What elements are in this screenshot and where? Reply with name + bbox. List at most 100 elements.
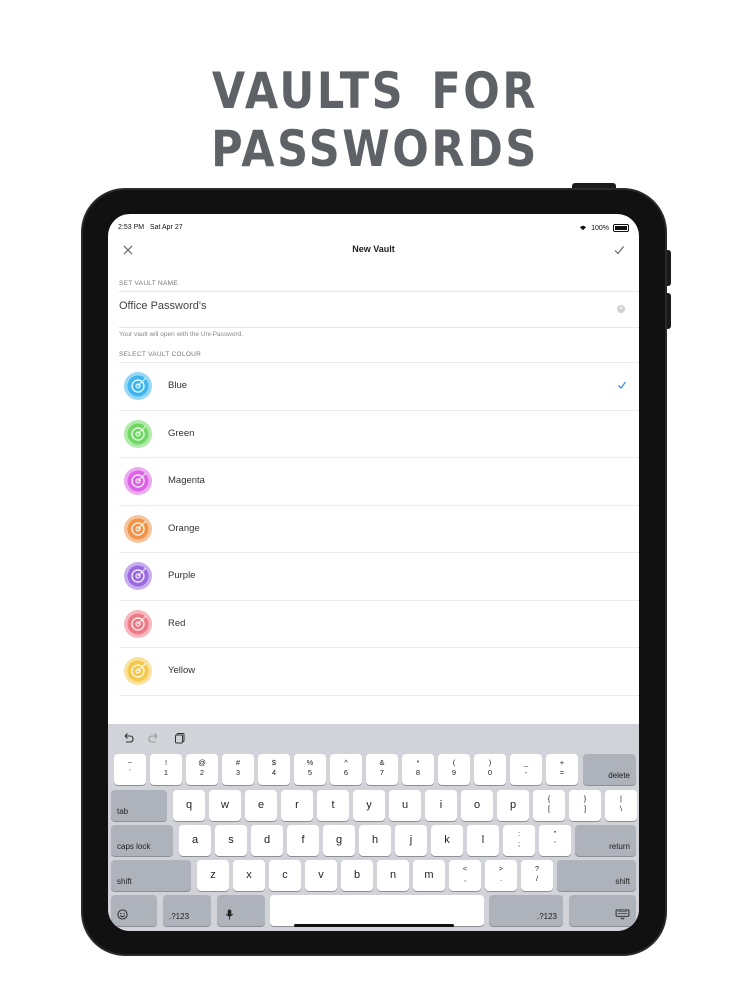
key-sym-0[interactable]: {[ xyxy=(533,790,565,821)
emoji-icon xyxy=(117,909,128,920)
numbers-left-key[interactable]: .?123 xyxy=(163,895,211,926)
key-q[interactable]: q xyxy=(173,790,205,821)
key-e[interactable]: e xyxy=(245,790,277,821)
undo-icon[interactable] xyxy=(122,732,134,744)
caps-lock-key[interactable]: caps lock xyxy=(111,825,173,856)
key-i[interactable]: i xyxy=(425,790,457,821)
key-7[interactable]: & 7 xyxy=(366,754,398,785)
key-n[interactable]: n xyxy=(377,860,409,891)
keyboard-row: shift z x c v b n m <, >.? / shift xyxy=(111,860,636,891)
colour-option-red[interactable]: Red xyxy=(119,601,639,648)
key-9[interactable]: (9 xyxy=(438,754,470,785)
key-b[interactable]: b xyxy=(341,860,373,891)
key-sym-r3-1[interactable]: " ' xyxy=(539,825,571,856)
colour-option-purple[interactable]: Purple xyxy=(119,553,639,601)
key-label: return xyxy=(609,842,630,851)
vault-magenta-icon xyxy=(124,467,152,495)
key-v[interactable]: v xyxy=(305,860,337,891)
key-bottom-label: ] xyxy=(583,804,587,813)
key-top-label: # xyxy=(235,758,241,767)
colour-option-magenta[interactable]: Magenta xyxy=(119,458,639,506)
key-x[interactable]: x xyxy=(233,860,265,891)
key-top-label: > xyxy=(498,864,504,873)
key-t[interactable]: t xyxy=(317,790,349,821)
return-key[interactable]: return xyxy=(575,825,636,856)
key-label: i xyxy=(439,799,443,811)
key-d[interactable]: d xyxy=(251,825,283,856)
shift-left-key[interactable]: shift xyxy=(111,860,191,891)
key-sym-r3-0[interactable]: :; xyxy=(503,825,535,856)
key-1[interactable]: ! 1 xyxy=(150,754,182,785)
colour-option-label: Yellow xyxy=(168,665,196,676)
space-bar[interactable] xyxy=(270,895,484,926)
key-y[interactable]: y xyxy=(353,790,385,821)
redo-icon[interactable] xyxy=(148,732,160,744)
key-p[interactable]: p xyxy=(497,790,529,821)
colour-option-label: Magenta xyxy=(168,475,205,486)
key-label: p xyxy=(509,799,517,811)
colour-option-yellow[interactable]: Yellow xyxy=(119,648,639,696)
key-h[interactable]: h xyxy=(359,825,391,856)
colour-option-orange[interactable]: Orange xyxy=(119,506,639,553)
vault-purple-icon xyxy=(124,562,152,590)
key-bottom-label: ' xyxy=(554,839,556,848)
colour-option-green[interactable]: Green xyxy=(119,411,639,458)
key-sym-1[interactable]: }] xyxy=(569,790,601,821)
key-3[interactable]: #3 xyxy=(222,754,254,785)
key-r[interactable]: r xyxy=(281,790,313,821)
key-=[interactable]: + = xyxy=(546,754,578,785)
colour-option-label: Green xyxy=(168,427,195,439)
delete-key[interactable]: delete xyxy=(583,754,636,785)
key-bottom-label: 2 xyxy=(199,768,205,777)
key-w[interactable]: w xyxy=(209,790,241,821)
keyboard-row: tab q w e r t y u i o p {[}] | \ xyxy=(111,790,637,821)
home-indicator xyxy=(294,924,454,927)
key-4[interactable]: $4 xyxy=(258,754,290,785)
colour-option-blue[interactable]: Blue xyxy=(119,362,639,411)
key--[interactable]: _ - xyxy=(510,754,542,785)
key-5[interactable]: % 5 xyxy=(294,754,326,785)
key-g[interactable]: g xyxy=(323,825,355,856)
vault-green-icon xyxy=(124,419,152,448)
key-`[interactable]: ~ ` xyxy=(114,754,146,785)
colour-option-label: Blue xyxy=(168,380,188,391)
key-o[interactable]: o xyxy=(461,790,493,821)
key-0[interactable]: ) 0 xyxy=(474,754,506,785)
key-k[interactable]: k xyxy=(431,825,463,856)
shift-right-key[interactable]: shift xyxy=(557,860,636,891)
clear-text-icon[interactable]: ✕ xyxy=(617,305,625,313)
key-label: shift xyxy=(615,877,630,886)
key-c[interactable]: c xyxy=(269,860,301,891)
key-l[interactable]: l xyxy=(467,825,499,856)
key-s[interactable]: s xyxy=(215,825,247,856)
key-label: j xyxy=(409,834,413,846)
key-top-label: { xyxy=(547,794,551,803)
vault-orange-icon xyxy=(124,514,152,543)
emoji-key[interactable] xyxy=(111,895,157,926)
key-z[interactable]: z xyxy=(197,860,229,891)
key-sym-r4-1[interactable]: >. xyxy=(485,860,517,891)
confirm-check-icon[interactable] xyxy=(613,244,625,256)
tab-key[interactable]: tab xyxy=(111,790,167,821)
key-f[interactable]: f xyxy=(287,825,319,856)
key-m[interactable]: m xyxy=(413,860,445,891)
key-6[interactable]: ^ 6 xyxy=(330,754,362,785)
key-label: u xyxy=(401,799,409,811)
key-j[interactable]: j xyxy=(395,825,427,856)
key-sym-2[interactable]: | \ xyxy=(605,790,637,821)
hide-keyboard-key[interactable] xyxy=(569,895,636,926)
paste-icon[interactable] xyxy=(174,732,186,744)
key-top-label: * xyxy=(416,758,420,767)
vault-name-input[interactable] xyxy=(119,300,599,312)
numbers-right-key[interactable]: .?123 xyxy=(489,895,563,926)
key-sym-r4-2[interactable]: ? / xyxy=(521,860,553,891)
key-8[interactable]: * 8 xyxy=(402,754,434,785)
key-u[interactable]: u xyxy=(389,790,421,821)
key-bottom-label: 1 xyxy=(163,768,169,777)
key-2[interactable]: @2 xyxy=(186,754,218,785)
key-sym-r4-0[interactable]: <, xyxy=(449,860,481,891)
key-a[interactable]: a xyxy=(179,825,211,856)
dictation-key[interactable] xyxy=(217,895,265,926)
key-bottom-label: 4 xyxy=(271,768,277,777)
vault-name-field: ✕ xyxy=(119,291,639,328)
